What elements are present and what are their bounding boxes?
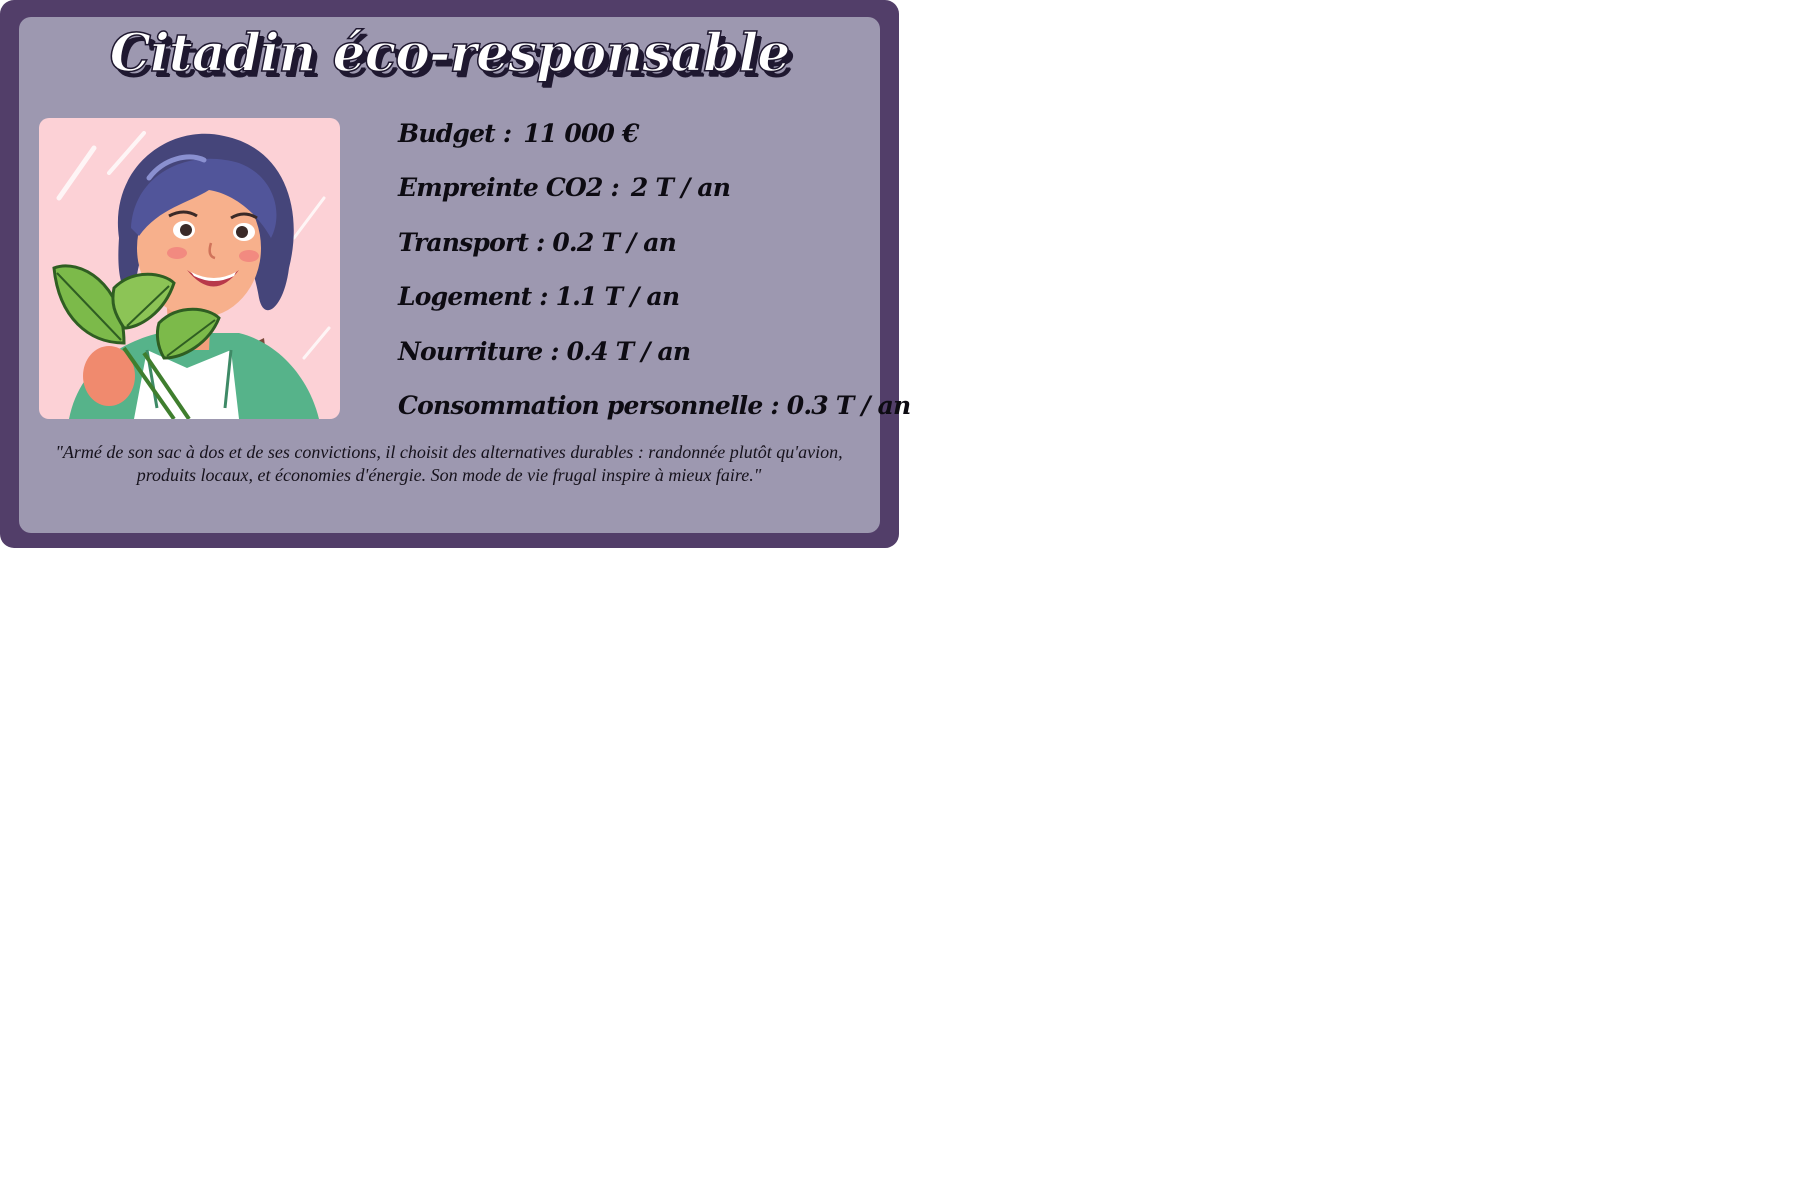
stat-housing: Logement : 1.1 T / an: [398, 275, 868, 329]
stat-transport-value: 0.2 T / an: [552, 227, 677, 257]
persona-portrait-illustration: [52, 131, 331, 419]
persona-quote: "Armé de son sac à dos et de ses convict…: [55, 442, 843, 485]
stat-budget-label: Budget :: [398, 119, 512, 148]
stat-co2-footprint: Empreinte CO2 : 2 T / an: [398, 166, 868, 220]
persona-card: Citadin éco-responsable Budget: 11 000 …: [0, 0, 911, 548]
stat-transport-label: Transport :: [398, 227, 545, 257]
stat-co2-footprint-label: Empreinte CO2 :: [398, 173, 620, 203]
stat-personal-consumption-value: 0.3 T / an: [786, 390, 912, 420]
stat-food-label: Nourriture :: [398, 336, 559, 366]
persona-title: Citadin éco-responsable: [109, 22, 791, 85]
stat-housing-value: 1.1 T / an: [555, 282, 681, 312]
persona-portrait: [39, 118, 340, 419]
stat-budget: Budget : 11 000 €: [398, 112, 868, 166]
persona-card-panel: Citadin éco-responsable Budget: 11 000 …: [19, 17, 911, 533]
stat-budget-value: 11 000 €: [523, 119, 639, 148]
stat-food: Nourriture : 0.4 T / an: [398, 330, 868, 384]
stat-food-value: 0.4 T / an: [566, 336, 692, 366]
stat-personal-consumption: Consommation personnelle : 0.3 T / an: [398, 384, 911, 438]
stat-personal-consumption-label: Consommation personnelle :: [398, 390, 780, 420]
stat-housing-label: Logement :: [398, 282, 548, 312]
persona-stats-list: Budget : 11 000 € Empreinte CO2 : 2 T / an…: [398, 112, 911, 438]
stat-transport: Transport : 0.2 T / an: [398, 221, 868, 275]
stat-co2-footprint-value: 2 T / an: [630, 173, 731, 203]
